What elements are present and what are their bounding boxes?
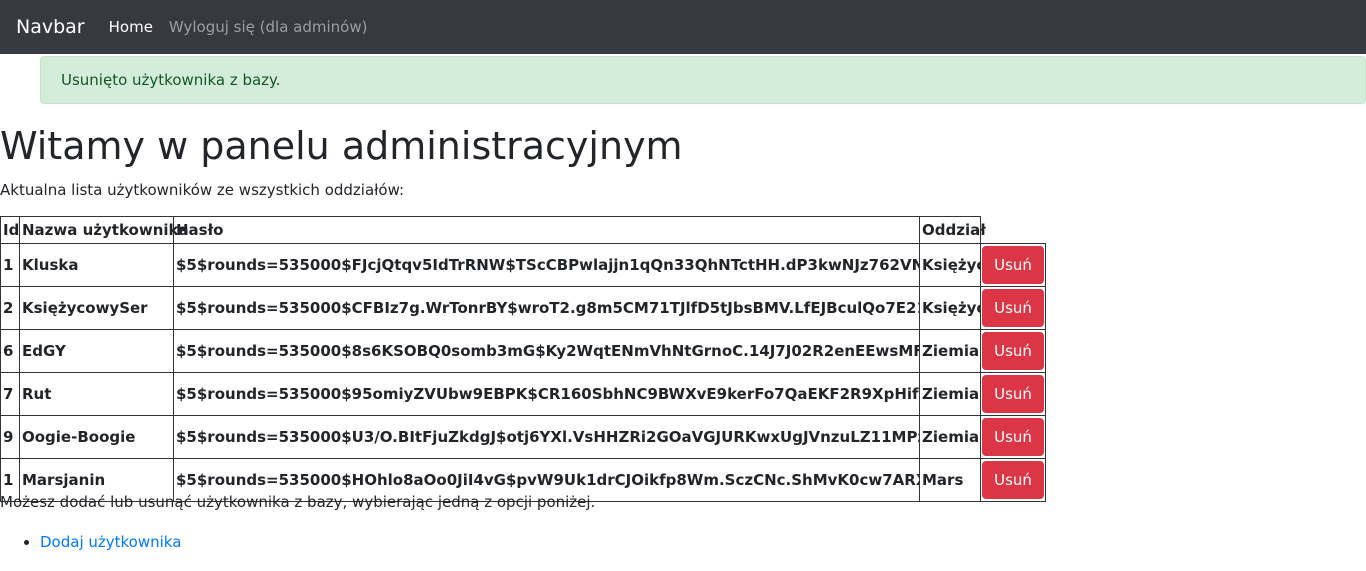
delete-user-button[interactable]: Usuń — [982, 246, 1044, 284]
header-password: Hasło — [173, 216, 920, 244]
header-department: Oddział — [919, 216, 986, 244]
delete-user-button[interactable]: Usuń — [982, 332, 1044, 370]
cell-actions: Usuń — [980, 372, 1046, 416]
header-id: Id — [0, 216, 20, 244]
cell-name: KsiężycowySer — [19, 286, 174, 330]
cell-actions: Usuń — [980, 286, 1046, 330]
cell-department: Księżyc — [919, 286, 981, 330]
delete-user-button[interactable]: Usuń — [982, 375, 1044, 413]
cell-department: Ziemia — [919, 372, 981, 416]
delete-user-button[interactable]: Usuń — [982, 289, 1044, 327]
delete-user-button[interactable]: Usuń — [982, 418, 1044, 456]
header-actions — [981, 217, 1046, 244]
cell-actions: Usuń — [980, 458, 1046, 502]
cell-password: $5$rounds=535000$8s6KSOBQ0somb3mG$Ky2Wqt… — [173, 329, 920, 373]
cell-department: Ziemia — [919, 329, 981, 373]
table-row: 1 Kluska $5$rounds=535000$FJcjQtqv5IdTrR… — [0, 243, 1046, 287]
table-row: 7 Rut $5$rounds=535000$95omiyZVUbw9EBPK$… — [0, 372, 1046, 416]
delete-user-button[interactable]: Usuń — [982, 461, 1044, 499]
header-name: Nazwa użytkownika — [19, 216, 189, 244]
success-alert: Usunięto użytkownika z bazy. — [40, 56, 1366, 104]
cell-password: $5$rounds=535000$CFBIz7g.WrTonrBY$wroT2.… — [173, 286, 920, 330]
top-navbar: Navbar Home Wyloguj się (dla adminów) — [0, 0, 1366, 54]
list-item: Dodaj użytkownika — [40, 532, 181, 552]
cell-password: $5$rounds=535000$U3/O.BItFjuZkdgJ$otj6YX… — [173, 415, 920, 459]
page-title: Witamy w panelu administracyjnym — [0, 124, 683, 168]
add-user-link[interactable]: Dodaj użytkownika — [40, 533, 181, 551]
instructions-text: Możesz dodać lub usunąć użytkownika z ba… — [0, 493, 596, 511]
users-table: Id Nazwa użytkownika Hasło Oddział 1 Klu… — [0, 216, 1046, 502]
cell-id: 9 — [0, 415, 20, 459]
cell-actions: Usuń — [980, 243, 1046, 287]
cell-department: Mars — [919, 458, 981, 502]
nav-link-logout[interactable]: Wyloguj się (dla adminów) — [169, 18, 368, 36]
cell-actions: Usuń — [980, 329, 1046, 373]
cell-name: Rut — [19, 372, 174, 416]
cell-department: Księżyc — [919, 243, 981, 287]
options-list: Dodaj użytkownika — [0, 532, 181, 552]
cell-name: EdGY — [19, 329, 174, 373]
intro-text: Aktualna lista użytkowników ze wszystkic… — [0, 181, 405, 199]
navbar-brand[interactable]: Navbar — [16, 16, 85, 38]
cell-id: 2 — [0, 286, 20, 330]
cell-department: Ziemia — [919, 415, 981, 459]
cell-id: 7 — [0, 372, 20, 416]
cell-password: $5$rounds=535000$95omiyZVUbw9EBPK$CR160S… — [173, 372, 920, 416]
table-row: 9 Oogie-Boogie $5$rounds=535000$U3/O.BIt… — [0, 415, 1046, 459]
cell-name: Oogie-Boogie — [19, 415, 174, 459]
table-row: 2 KsiężycowySer $5$rounds=535000$CFBIz7g… — [0, 286, 1046, 330]
table-header-row: Id Nazwa użytkownika Hasło Oddział — [0, 216, 1046, 244]
cell-name: Kluska — [19, 243, 174, 287]
nav-link-home[interactable]: Home — [109, 18, 153, 36]
cell-password: $5$rounds=535000$FJcjQtqv5IdTrRNW$TScCBP… — [173, 243, 920, 287]
cell-id: 1 — [0, 243, 20, 287]
table-row: 6 EdGY $5$rounds=535000$8s6KSOBQ0somb3mG… — [0, 329, 1046, 373]
cell-id: 6 — [0, 329, 20, 373]
cell-actions: Usuń — [980, 415, 1046, 459]
